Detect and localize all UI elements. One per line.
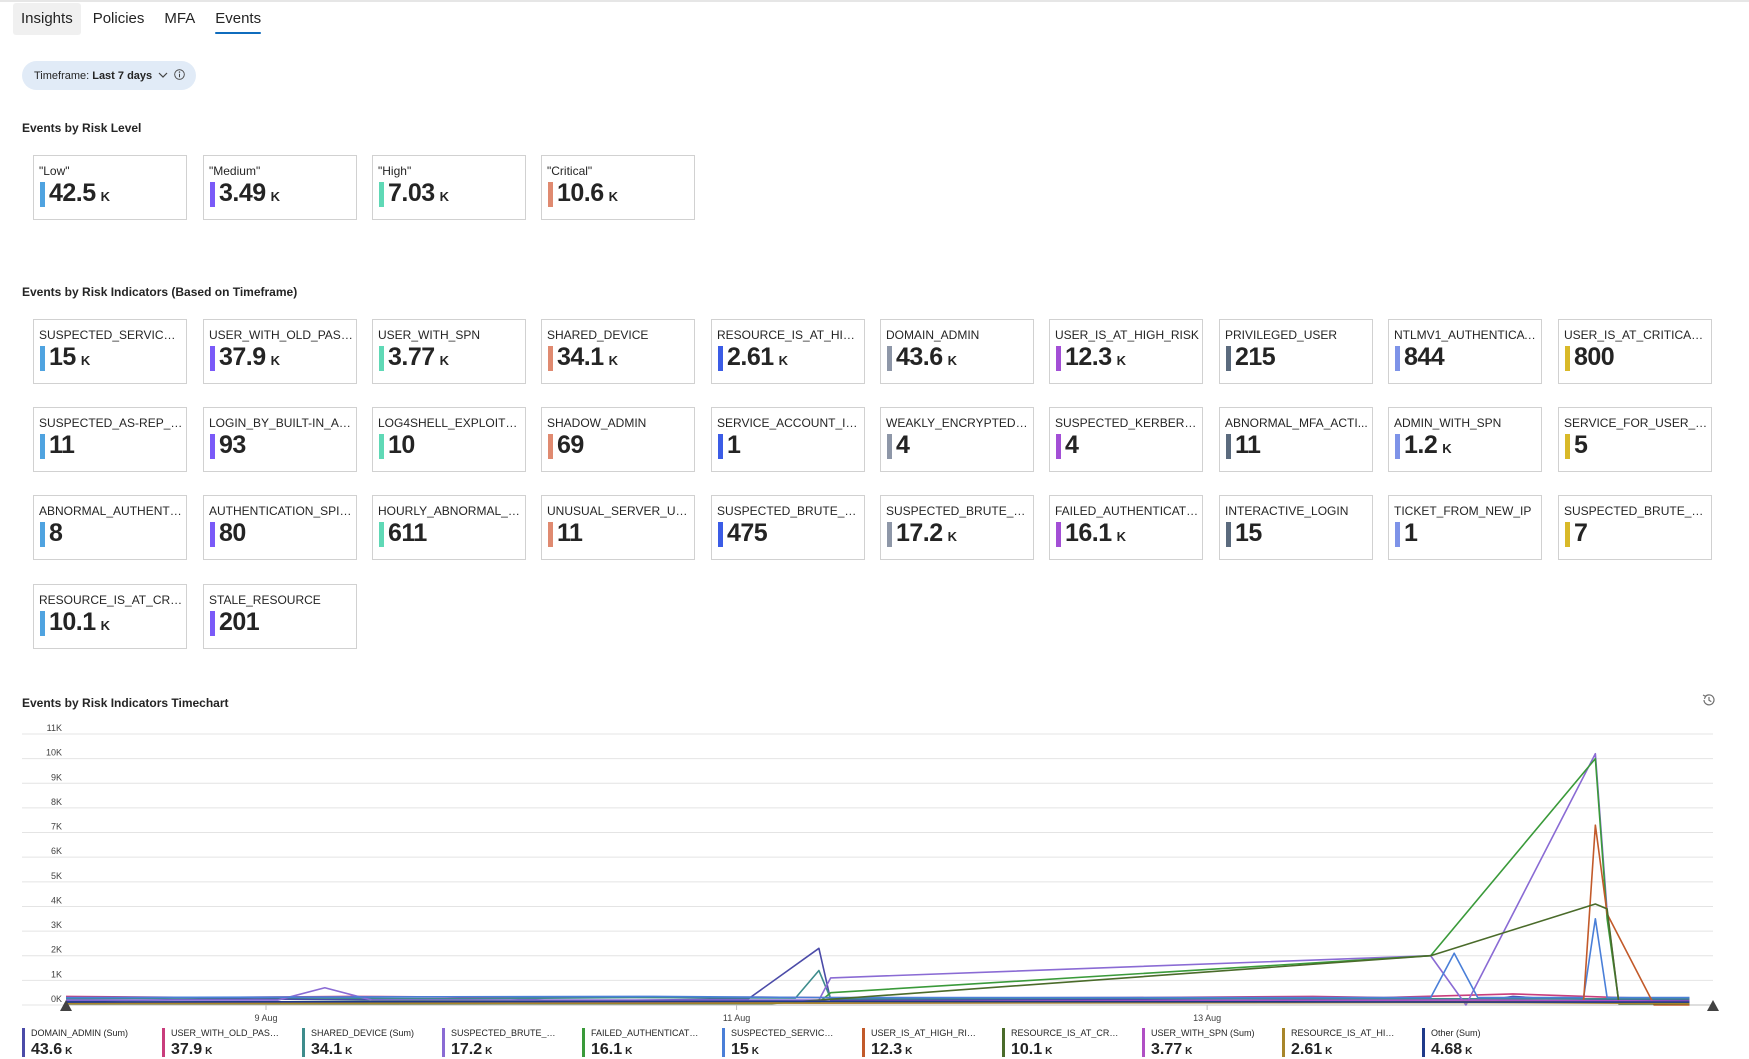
legend-swatch xyxy=(1282,1028,1285,1057)
legend-value: 10.1 K xyxy=(1011,1041,1053,1058)
legend-label: USER_IS_AT_HIGH_RISK (S... xyxy=(871,1028,979,1038)
legend-label: SHARED_DEVICE (Sum) xyxy=(311,1028,415,1038)
legend-value: 37.9 K xyxy=(171,1041,213,1058)
legend-swatch xyxy=(1142,1028,1145,1057)
y-tick-label: 11K xyxy=(47,723,62,733)
legend-value: 17.2 K xyxy=(451,1041,493,1058)
y-tick-label: 6K xyxy=(51,846,62,856)
legend-label: RESOURCE_IS_AT_HIGH_R... xyxy=(1291,1028,1399,1038)
legend-swatch xyxy=(1422,1028,1425,1057)
legend-label: Other (Sum) xyxy=(1431,1028,1481,1038)
legend-label: DOMAIN_ADMIN (Sum) xyxy=(31,1028,129,1038)
y-tick-label: 9K xyxy=(51,772,62,782)
x-tick-label: 9 Aug xyxy=(254,1013,277,1023)
y-tick-label: 3K xyxy=(51,920,62,930)
timechart: 11K 10K 9K 8K 7K 6K 5K 4K 3K 2K 1K 0K 9 Aug 11 Aug 13 … xyxy=(22,723,1719,1023)
legend-swatch xyxy=(582,1028,585,1057)
legend-value: 15 K xyxy=(731,1041,760,1058)
legend-value: 3.77 K xyxy=(1151,1041,1193,1058)
legend-label: USER_WITH_OLD_PASSW... xyxy=(171,1028,279,1038)
legend-label: FAILED_AUTHENTICATIO... xyxy=(591,1028,699,1038)
y-tick-label: 2K xyxy=(51,945,62,955)
y-tick-label: 5K xyxy=(51,871,62,881)
legend-swatch xyxy=(22,1028,25,1057)
series-line xyxy=(65,947,1690,1003)
legend-value: 2.61 K xyxy=(1291,1041,1333,1058)
legend-swatch xyxy=(302,1028,305,1057)
legend-swatch xyxy=(442,1028,445,1057)
y-tick-label: 7K xyxy=(51,822,62,832)
y-tick-label: 4K xyxy=(51,895,62,905)
legend-value: 12.3 K xyxy=(871,1041,913,1058)
series-line xyxy=(65,1000,1690,1003)
series-line xyxy=(65,757,1690,1004)
legend-value: 4.68 K xyxy=(1431,1041,1473,1058)
legend-swatch xyxy=(862,1028,865,1057)
legend-swatch xyxy=(1002,1028,1005,1057)
x-tick-label: 13 Aug xyxy=(1193,1013,1221,1023)
legend-label: USER_WITH_SPN (Sum) xyxy=(1151,1028,1255,1038)
legend-label: SUSPECTED_BRUTE_FORC... xyxy=(451,1028,559,1038)
series-line xyxy=(65,903,1690,1005)
legend-value: 43.6 K xyxy=(31,1041,73,1058)
x-tick-label: 11 Aug xyxy=(723,1013,750,1023)
legend-value: 16.1 K xyxy=(591,1041,633,1058)
legend-value: 34.1 K xyxy=(311,1041,353,1058)
legend-label: SUSPECTED_SERVICE_AC... xyxy=(731,1028,839,1038)
legend-swatch xyxy=(162,1028,165,1057)
y-tick-label: 1K xyxy=(51,969,62,979)
chart-legend: DOMAIN_ADMIN (Sum) 43.6 K USER_WITH_OLD_PAS… xyxy=(22,1026,1742,1058)
legend-swatch xyxy=(722,1028,725,1057)
series-line xyxy=(65,969,1690,1000)
y-tick-label: 8K xyxy=(51,797,62,807)
y-tick-label: 0K xyxy=(51,994,62,1004)
legend-label: RESOURCE_IS_AT_CRITIC... xyxy=(1011,1028,1119,1038)
y-tick-label: 10K xyxy=(46,748,62,758)
